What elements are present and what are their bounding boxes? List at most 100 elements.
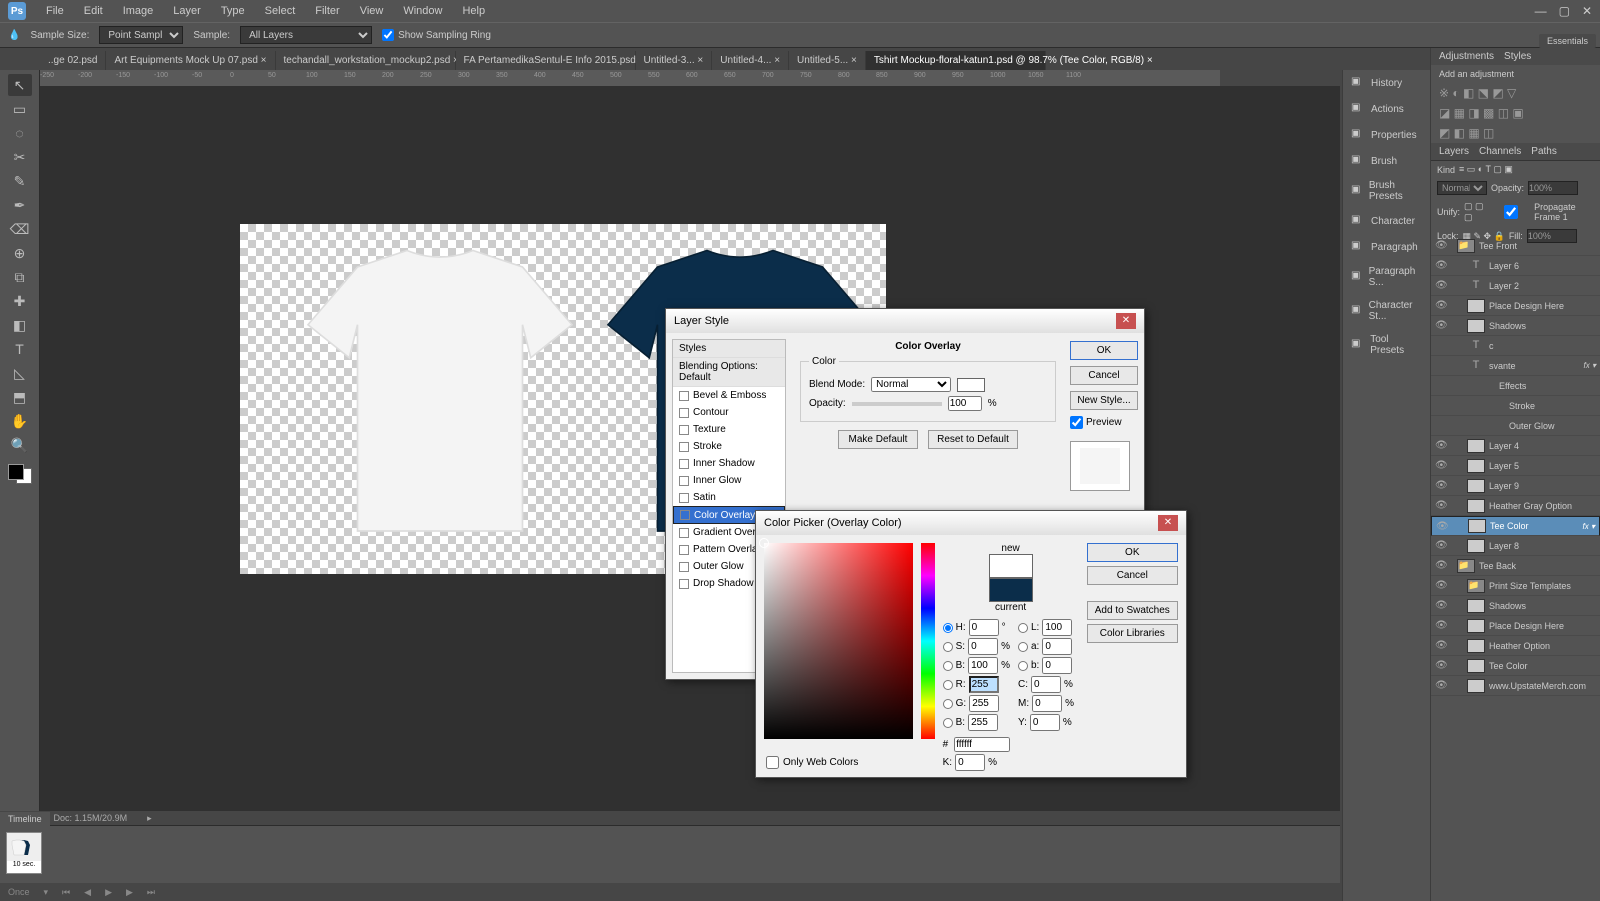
layer-style-title-bar[interactable]: Layer Style ✕ bbox=[666, 309, 1144, 333]
style-innershadow[interactable]: Inner Shadow bbox=[673, 455, 785, 472]
style-satin[interactable]: Satin bbox=[673, 489, 785, 506]
menu-type[interactable]: Type bbox=[211, 5, 255, 17]
tool-11[interactable]: T bbox=[8, 338, 32, 360]
make-default-button[interactable]: Make Default bbox=[838, 430, 918, 449]
tool-7[interactable]: ⊕ bbox=[8, 242, 32, 264]
b-radio[interactable] bbox=[1018, 661, 1028, 671]
panel-brushpresets[interactable]: ▣Brush Presets bbox=[1343, 174, 1430, 208]
timeline-first[interactable]: ⏮ bbox=[62, 887, 70, 898]
layer-row[interactable]: 👁📁Print Size Templates bbox=[1431, 576, 1600, 596]
layer-row[interactable]: Effects bbox=[1431, 376, 1600, 396]
panel-character[interactable]: ▣Character bbox=[1343, 208, 1430, 234]
style-stroke[interactable]: Stroke bbox=[673, 438, 785, 455]
tool-10[interactable]: ◧ bbox=[8, 314, 32, 336]
blend-mode-select[interactable]: Normal bbox=[1437, 181, 1487, 195]
b2-input[interactable] bbox=[968, 714, 998, 731]
h-radio[interactable] bbox=[943, 623, 953, 633]
timeline-tab[interactable]: Timeline bbox=[0, 812, 50, 826]
adjustment-icons-2[interactable]: ◪ ▦ ◨ ▩ ◫ ▣ bbox=[1431, 103, 1600, 123]
document-tab[interactable]: Untitled-5... × bbox=[789, 51, 866, 70]
sample-select[interactable]: All Layers bbox=[240, 26, 372, 44]
document-tab[interactable]: FA PertamedikaSentul-E Info 2015.psd × bbox=[456, 51, 636, 70]
a-input[interactable] bbox=[1042, 638, 1072, 655]
h-input[interactable] bbox=[969, 619, 999, 636]
menu-image[interactable]: Image bbox=[113, 5, 164, 17]
hue-slider[interactable] bbox=[921, 543, 935, 739]
tab-styles[interactable]: Styles bbox=[1504, 51, 1531, 62]
panel-properties[interactable]: ▣Properties bbox=[1343, 122, 1430, 148]
s-radio[interactable] bbox=[943, 642, 953, 652]
hex-input[interactable] bbox=[954, 737, 1010, 752]
menu-file[interactable]: File bbox=[36, 5, 74, 17]
bv-input[interactable] bbox=[968, 657, 998, 674]
color-picker-close[interactable]: ✕ bbox=[1158, 515, 1178, 531]
window-maximize[interactable]: ▢ bbox=[1559, 4, 1570, 18]
cp-color-libraries-button[interactable]: Color Libraries bbox=[1087, 624, 1178, 643]
timeline-last[interactable]: ⏭ bbox=[147, 887, 155, 898]
overlay-opacity-slider[interactable] bbox=[852, 402, 942, 406]
timeline-next[interactable]: ▶ bbox=[126, 887, 133, 898]
document-tab[interactable]: ..ge 02.psd bbox=[40, 51, 106, 70]
layer-style-close[interactable]: ✕ bbox=[1116, 313, 1136, 329]
layer-row[interactable]: 👁TLayer 6 bbox=[1431, 256, 1600, 276]
b-input[interactable] bbox=[1042, 657, 1072, 674]
overlay-opacity-input[interactable] bbox=[948, 396, 982, 411]
menu-window[interactable]: Window bbox=[393, 5, 452, 17]
layer-row[interactable]: 👁📁Tee Front bbox=[1431, 236, 1600, 256]
g-radio[interactable] bbox=[943, 699, 953, 709]
tool-2[interactable]: ◌ bbox=[8, 122, 32, 144]
adjustment-icons-1[interactable]: ※ ◐ ◧ ⬔ ◩ ▽ bbox=[1431, 83, 1600, 103]
panel-paragraphs[interactable]: ▣Paragraph S... bbox=[1343, 260, 1430, 294]
layer-row[interactable]: 👁Heather Gray Option bbox=[1431, 496, 1600, 516]
layer-row[interactable]: 👁Place Design Here bbox=[1431, 616, 1600, 636]
layer-row[interactable]: Tc bbox=[1431, 336, 1600, 356]
layer-list[interactable]: 👁📁Tee Front👁TLayer 6👁TLayer 2👁Place Desi… bbox=[1431, 236, 1600, 901]
panel-toolpresets[interactable]: ▣Tool Presets bbox=[1343, 328, 1430, 362]
timeline-loop[interactable]: Once bbox=[8, 887, 30, 897]
tool-1[interactable]: ▭ bbox=[8, 98, 32, 120]
tool-5[interactable]: ✒ bbox=[8, 194, 32, 216]
saturation-value-field[interactable] bbox=[764, 543, 913, 739]
g-input[interactable] bbox=[969, 695, 999, 712]
reset-default-button[interactable]: Reset to Default bbox=[928, 430, 1018, 449]
overlay-color-swatch[interactable] bbox=[957, 378, 985, 392]
y-input[interactable] bbox=[1030, 714, 1060, 731]
layer-row[interactable]: 👁Layer 4 bbox=[1431, 436, 1600, 456]
layer-row[interactable]: Outer Glow bbox=[1431, 416, 1600, 436]
m-input[interactable] bbox=[1032, 695, 1062, 712]
tool-3[interactable]: ✂ bbox=[8, 146, 32, 168]
cp-ok-button[interactable]: OK bbox=[1087, 543, 1178, 562]
color-picker-title-bar[interactable]: Color Picker (Overlay Color) ✕ bbox=[756, 511, 1186, 535]
style-texture[interactable]: Texture bbox=[673, 421, 785, 438]
tab-channels[interactable]: Channels bbox=[1479, 146, 1521, 157]
tab-adjustments[interactable]: Adjustments bbox=[1439, 51, 1494, 62]
tab-layers[interactable]: Layers bbox=[1439, 146, 1469, 157]
ls-new-style-button[interactable]: New Style... bbox=[1070, 391, 1138, 410]
tool-6[interactable]: ⌫ bbox=[8, 218, 32, 240]
overlay-blend-select[interactable]: Normal bbox=[871, 377, 951, 392]
document-tab[interactable]: techandall_workstation_mockup2.psd × bbox=[276, 51, 456, 70]
layer-row[interactable]: 👁Layer 8 bbox=[1431, 536, 1600, 556]
blending-options[interactable]: Blending Options: Default bbox=[673, 358, 785, 387]
tool-0[interactable]: ↖ bbox=[8, 74, 32, 96]
l-radio[interactable] bbox=[1018, 623, 1028, 633]
show-sampling-ring[interactable]: Show Sampling Ring bbox=[382, 29, 491, 41]
document-tab[interactable]: Untitled-4... × bbox=[712, 51, 789, 70]
ls-preview-checkbox[interactable]: Preview bbox=[1070, 416, 1138, 429]
cp-cancel-button[interactable]: Cancel bbox=[1087, 566, 1178, 585]
document-tab[interactable]: Art Equipments Mock Up 07.psd × bbox=[106, 51, 275, 70]
styles-header[interactable]: Styles bbox=[673, 340, 785, 358]
ls-ok-button[interactable]: OK bbox=[1070, 341, 1138, 360]
tool-12[interactable]: ◺ bbox=[8, 362, 32, 384]
sample-size-select[interactable]: Point Sample bbox=[99, 26, 183, 44]
layer-row[interactable]: 👁Shadows bbox=[1431, 316, 1600, 336]
menu-edit[interactable]: Edit bbox=[74, 5, 113, 17]
propagate-checkbox[interactable] bbox=[1492, 205, 1531, 219]
tab-paths[interactable]: Paths bbox=[1531, 146, 1557, 157]
menu-help[interactable]: Help bbox=[452, 5, 495, 17]
document-tab[interactable]: Tshirt Mockup-floral-katun1.psd @ 98.7% … bbox=[866, 51, 1046, 70]
window-close[interactable]: ✕ bbox=[1582, 4, 1592, 18]
layer-row[interactable]: 👁Tee Colorfx ▾ bbox=[1431, 516, 1600, 536]
menu-view[interactable]: View bbox=[350, 5, 394, 17]
layer-row[interactable]: 👁www.UpstateMerch.com bbox=[1431, 676, 1600, 696]
